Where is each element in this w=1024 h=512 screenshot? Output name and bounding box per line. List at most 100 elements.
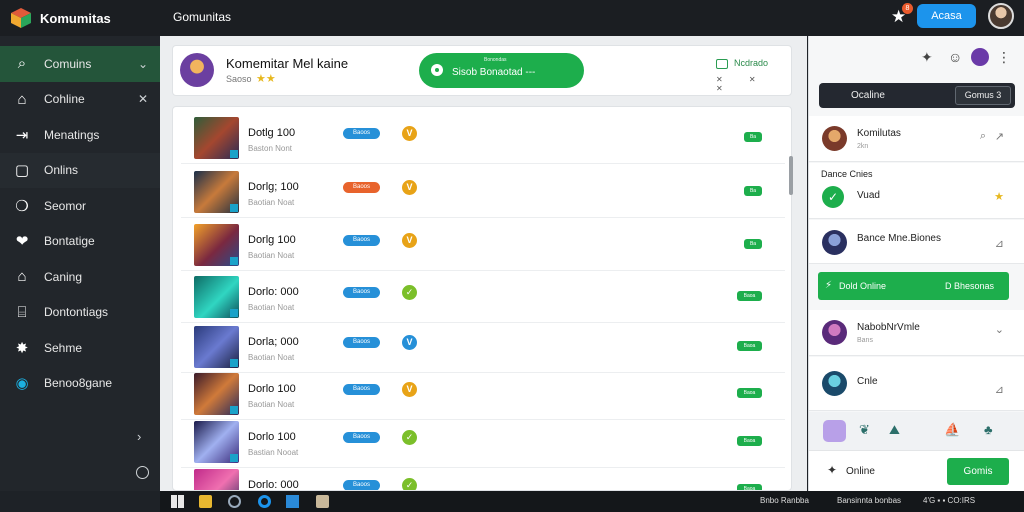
bug-icon[interactable]: ☺ (948, 49, 962, 65)
community-user-row[interactable]: Komilutas 2kn ⌕ ↗ (809, 116, 1024, 162)
online-status-button[interactable]: Bonondas Sisob Bonaotad --- (419, 53, 584, 88)
game-thumbnail[interactable] (194, 373, 239, 415)
game-thumbnail[interactable] (194, 421, 239, 463)
item-action-button[interactable]: Ba (744, 239, 762, 249)
sidebar-item[interactable]: ❤ Bontatige (0, 224, 160, 260)
sidebar-item[interactable]: ❍ Seomor (0, 188, 160, 224)
thumbs-up-icon[interactable]: ⊿ (995, 237, 1004, 250)
item-title: Dorlo: 000 (248, 286, 299, 298)
community-filter-button[interactable]: Gomus 3 (955, 86, 1011, 105)
chevron-right-icon[interactable]: › (137, 429, 141, 444)
star-outline-icon[interactable]: ✦ (921, 49, 933, 66)
sidebar-item-label: Cohline (44, 92, 85, 107)
item-action-button[interactable]: Baoa (737, 484, 762, 490)
scrollbar-thumb[interactable] (789, 156, 793, 195)
item-tag[interactable]: Baoos (343, 432, 380, 443)
start-icon[interactable] (171, 495, 184, 508)
footer-action-button[interactable]: Gomis (947, 458, 1009, 485)
browser-icon[interactable] (228, 495, 241, 508)
house-icon: ⌂ (17, 268, 27, 286)
profile-subtitle: Saoso (226, 74, 252, 84)
list-item[interactable]: Dotlg 100 Baston Nont Baoos V Ba (181, 113, 785, 164)
sidebar-item[interactable]: ▢ Onlins (0, 152, 160, 188)
item-action-button[interactable]: Ba (744, 186, 762, 196)
brand-name: Komumitas (40, 10, 111, 26)
sidebar-item[interactable]: ⌸ Dontontiags (0, 295, 160, 331)
game-thumbnail[interactable] (194, 326, 239, 368)
sidebar-item-label: Comuins (44, 56, 92, 71)
item-tag[interactable]: Baoos (343, 384, 380, 395)
game-thumbnail[interactable] (194, 224, 239, 266)
store-icon[interactable] (286, 495, 299, 508)
tray-item-1[interactable]: Bnbo Ranbba (760, 496, 809, 505)
edge-icon[interactable] (258, 495, 271, 508)
notify-actions[interactable]: ✕ ✕ ✕ (716, 75, 768, 93)
profile-avatar[interactable] (180, 53, 214, 87)
user-avatar[interactable] (988, 3, 1014, 29)
mountain-icon[interactable]: ⛰ (889, 422, 900, 438)
quick-dock: ❦ ⛰ ⛵ ♣ (809, 412, 1024, 450)
item-action-button[interactable]: Baoa (737, 388, 762, 398)
sidebar-item[interactable]: ⌕ Comuins ⌄ (0, 46, 160, 82)
list-item[interactable]: Dorlg 100 Baotian Noat Baoos V Ba (181, 220, 785, 271)
ghost-icon[interactable] (823, 420, 846, 442)
search-icon[interactable]: ⌕ (980, 130, 986, 143)
item-action-button[interactable]: Baoa (737, 291, 762, 301)
close-icon[interactable]: ✕ (138, 92, 148, 106)
community-user-row[interactable]: Cnle ⊿ (809, 357, 1024, 411)
folder-icon[interactable] (199, 495, 212, 508)
list-item[interactable]: Dorlo: 000 Baoos ✓ Baoa (181, 465, 785, 490)
item-tag[interactable]: Baoos (343, 287, 380, 298)
more-icon[interactable]: ⋮ (997, 49, 1011, 66)
online-status-label: Sisob Bonaotad --- (452, 67, 536, 78)
notify-toggle[interactable]: Ncdrado ✕ ✕ ✕ (716, 58, 768, 93)
game-thumbnail[interactable] (194, 276, 239, 318)
brand[interactable]: Komumitas (0, 0, 160, 36)
boat-icon[interactable]: ⛵ (944, 422, 960, 438)
game-thumbnail[interactable] (194, 117, 239, 159)
tray-clock[interactable]: 4'G ▪ ▪ CO:IRS (923, 496, 975, 505)
item-tag[interactable]: Baoos (343, 182, 380, 193)
check-circle-icon[interactable]: ✓ (822, 186, 844, 208)
game-thumbnail[interactable] (194, 171, 239, 213)
header-action-button[interactable]: Acasa (917, 4, 976, 28)
coin-icon: V (402, 382, 417, 397)
share-icon[interactable]: ↗ (995, 130, 1004, 143)
community-user-row[interactable]: Bance Mne.Biones ⊿ (809, 220, 1024, 264)
game-thumbnail[interactable] (194, 469, 239, 490)
item-tag[interactable]: Baoos (343, 337, 380, 348)
thumbs-up-icon[interactable]: ⊿ (995, 383, 1004, 396)
item-action-button[interactable]: Baoa (737, 341, 762, 351)
list-item[interactable]: Dorlg; 100 Baotian Noat Baoos V Ba (181, 167, 785, 218)
sidebar-item[interactable]: ⇥ Menatings (0, 117, 160, 153)
sidebar-item[interactable]: ◉ Benoo8gane (0, 366, 160, 402)
item-tag[interactable]: Baoos (343, 480, 380, 490)
app-icon[interactable] (316, 495, 329, 508)
sidebar-item[interactable]: ✸ Sehme (0, 330, 160, 366)
sidebar-item[interactable]: ⌂ Cohline ✕ (0, 82, 160, 118)
chevron-down-icon[interactable]: ⌄ (138, 57, 148, 71)
profile-mini-avatar[interactable] (971, 48, 989, 66)
online-banner[interactable]: ⚡ Dold Online D Bhesonas (818, 272, 1009, 300)
sidebar-item[interactable]: ⌂ Caning (0, 259, 160, 295)
item-subtitle: Baotian Noat (248, 251, 295, 260)
item-tag[interactable]: Baoos (343, 128, 380, 139)
chevron-down-icon[interactable]: ⌄ (995, 323, 1004, 336)
item-action-button[interactable]: Baoa (737, 436, 762, 446)
community-search[interactable]: Ocaline Gomus 3 (819, 83, 1015, 108)
tray-item-2[interactable]: Bansinnta bonbas (837, 496, 901, 505)
list-item[interactable]: Dorla; 000 Baotian Noat Baoos V Baoa (181, 322, 785, 373)
clock-icon[interactable] (136, 466, 149, 479)
sidebar-item-label: Onlins (44, 163, 79, 178)
star-icon[interactable]: ★ (994, 190, 1004, 203)
item-tag[interactable]: Baoos (343, 235, 380, 246)
community-user-row[interactable]: NabobNrVmle Bans ⌄ (809, 310, 1024, 356)
list-item[interactable]: Dorlo: 000 Baotian Noat Baoos ✓ Baoa (181, 272, 785, 323)
leaf-icon[interactable]: ❦ (859, 422, 870, 438)
list-item[interactable]: Dorlo 100 Baotian Noat Baoos V Baoa (181, 369, 785, 420)
item-action-button[interactable]: Ba (744, 132, 762, 142)
sidebar-item-label: Dontontiags (44, 305, 109, 320)
tree-icon[interactable]: ♣ (984, 422, 993, 437)
list-item[interactable]: Dorlo 100 Bastian Nooat Baoos ✓ Baoa (181, 417, 785, 468)
square-icon: ▢ (14, 162, 30, 180)
